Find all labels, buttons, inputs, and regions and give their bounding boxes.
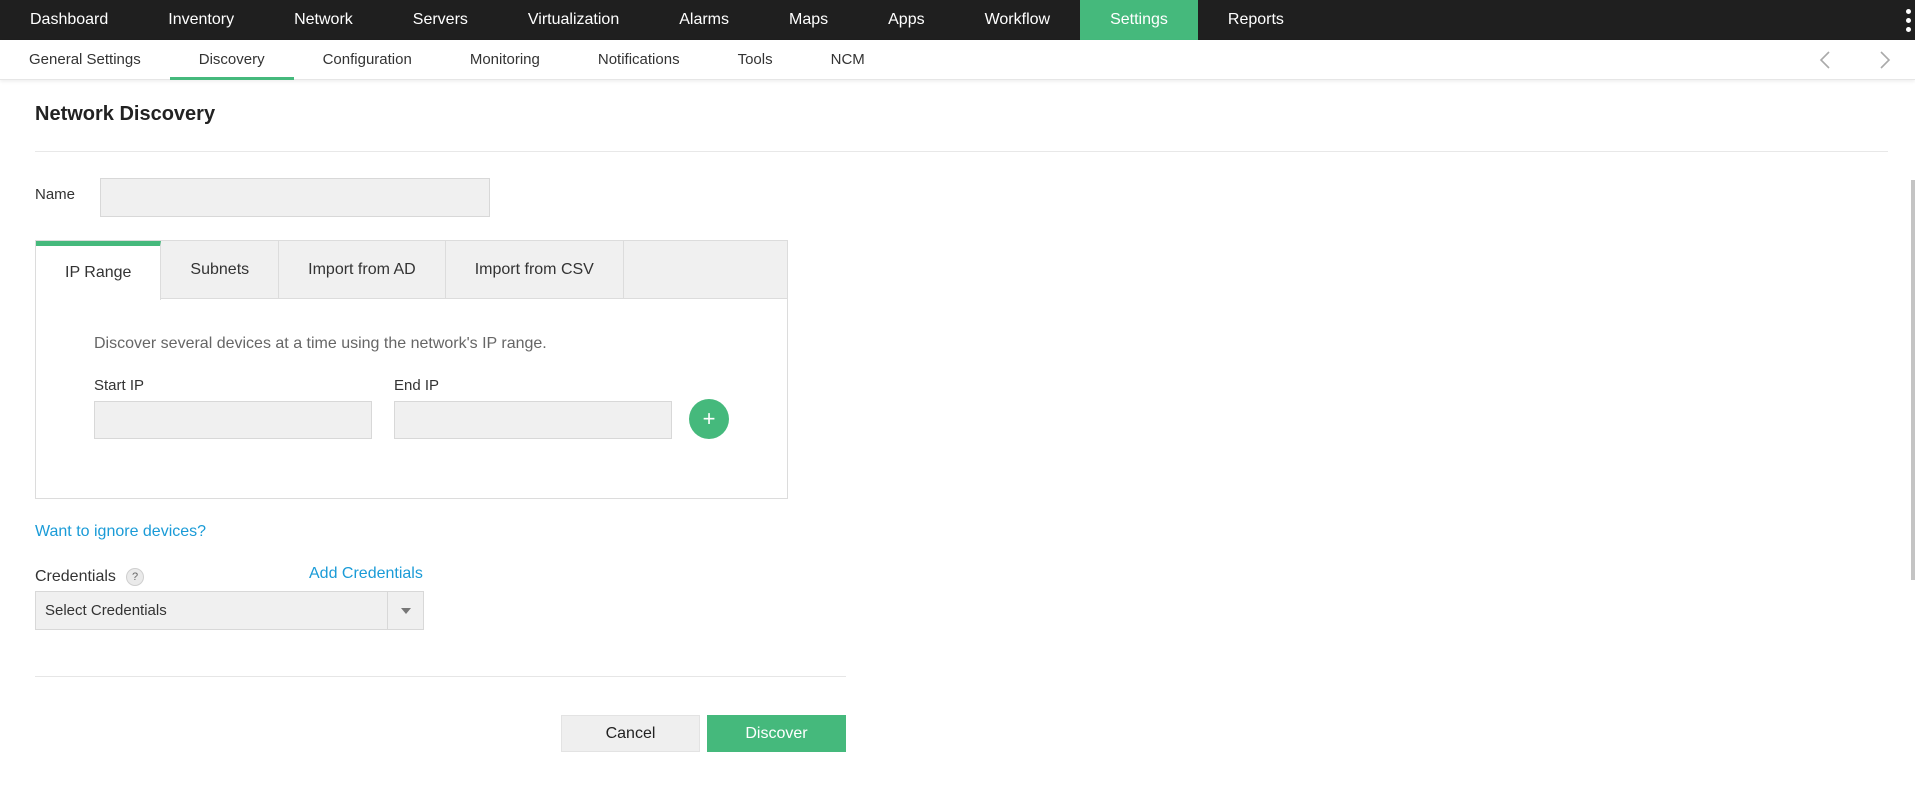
topnav-workflow[interactable]: Workflow (955, 0, 1081, 40)
title-divider (35, 151, 1888, 152)
sub-navigation: General Settings Discovery Configuration… (0, 40, 1915, 80)
topnav-servers[interactable]: Servers (383, 0, 498, 40)
end-ip-label: End IP (394, 377, 440, 394)
subnav-configuration[interactable]: Configuration (294, 40, 441, 79)
credentials-select[interactable]: Select Credentials (35, 591, 424, 630)
subnav-notifications[interactable]: Notifications (569, 40, 709, 79)
ignore-devices-link[interactable]: Want to ignore devices? (35, 523, 206, 541)
ip-range-description: Discover several devices at a time using… (94, 335, 547, 352)
subnav-ncm[interactable]: NCM (802, 40, 894, 79)
add-ip-range-button[interactable]: + (689, 399, 729, 439)
tab-import-from-ad[interactable]: Import from AD (279, 241, 446, 299)
topnav-alarms[interactable]: Alarms (649, 0, 759, 40)
chevron-right-icon[interactable] (1855, 40, 1915, 80)
subnav-monitoring[interactable]: Monitoring (441, 40, 569, 79)
topnav-reports[interactable]: Reports (1198, 0, 1314, 40)
subnav-tools[interactable]: Tools (709, 40, 802, 79)
discovery-tab-panel: IP Range Subnets Import from AD Import f… (35, 240, 788, 499)
page-title: Network Discovery (35, 103, 216, 125)
start-ip-input[interactable] (94, 401, 372, 439)
discover-button[interactable]: Discover (707, 715, 846, 752)
topnav-dashboard[interactable]: Dashboard (0, 0, 138, 40)
name-input[interactable] (100, 178, 490, 217)
chevron-down-icon[interactable] (387, 592, 423, 629)
start-ip-label: Start IP (94, 377, 145, 394)
subnav-scroll-arrows (1795, 40, 1915, 80)
credentials-select-value: Select Credentials (45, 602, 167, 619)
add-credentials-link[interactable]: Add Credentials (309, 565, 423, 583)
more-menu-icon[interactable] (1901, 0, 1915, 40)
name-label: Name (35, 186, 76, 203)
topnav-settings[interactable]: Settings (1080, 0, 1198, 40)
credentials-label: Credentials (35, 568, 116, 585)
cancel-button[interactable]: Cancel (561, 715, 700, 752)
topnav-network[interactable]: Network (264, 0, 383, 40)
tab-ip-range[interactable]: IP Range (36, 241, 162, 300)
topnav-inventory[interactable]: Inventory (138, 0, 264, 40)
tab-subnets[interactable]: Subnets (161, 241, 280, 299)
subnav-discovery[interactable]: Discovery (169, 40, 294, 80)
subnav-general-settings[interactable]: General Settings (0, 40, 170, 79)
topnav-maps[interactable]: Maps (759, 0, 858, 40)
help-icon[interactable]: ? (126, 568, 144, 586)
end-ip-input[interactable] (394, 401, 672, 439)
page-scrollbar[interactable] (1911, 180, 1915, 580)
discovery-tabs: IP Range Subnets Import from AD Import f… (36, 241, 787, 300)
topnav-virtualization[interactable]: Virtualization (498, 0, 649, 40)
footer-divider (35, 676, 846, 677)
top-navigation: Dashboard Inventory Network Servers Virt… (0, 0, 1915, 40)
tab-import-from-csv[interactable]: Import from CSV (446, 241, 624, 299)
topnav-apps[interactable]: Apps (858, 0, 954, 40)
chevron-left-icon[interactable] (1795, 40, 1855, 80)
